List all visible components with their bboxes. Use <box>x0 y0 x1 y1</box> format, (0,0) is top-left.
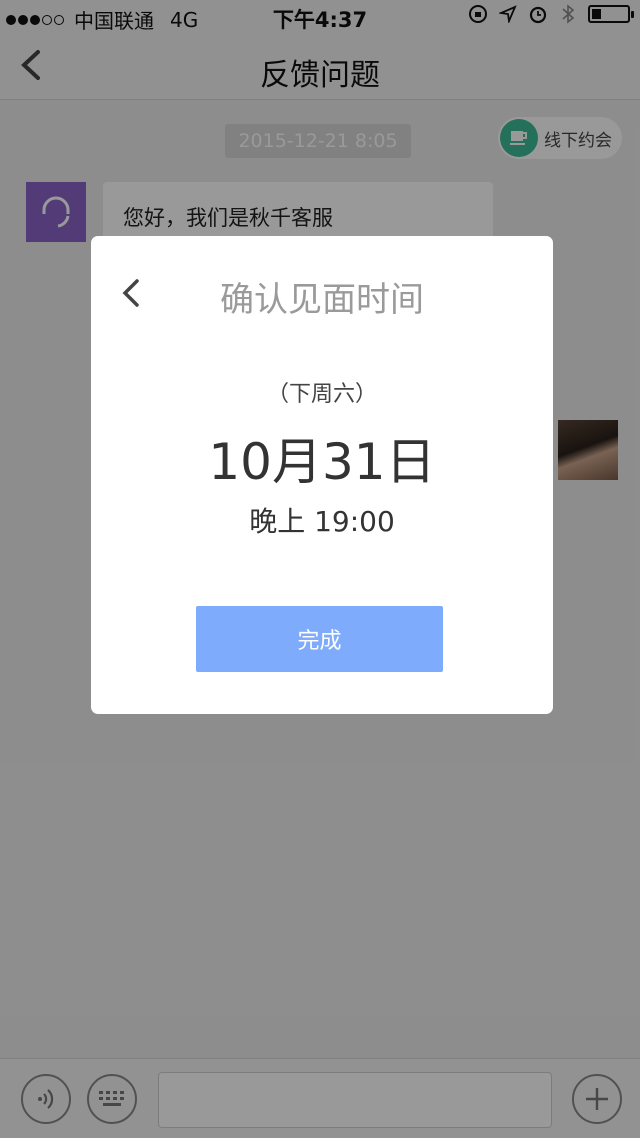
meeting-time: 晚上 19:00 <box>249 505 395 538</box>
confirm-time-dialog: 确认见面时间 （下周六） 10月31日 晚上 19:00 完成 <box>91 236 553 714</box>
done-button[interactable]: 完成 <box>196 606 443 672</box>
meeting-weekday: （下周六） <box>266 382 377 407</box>
meeting-date: 10月31日 <box>208 433 436 491</box>
dialog-title: 确认见面时间 <box>220 280 424 320</box>
